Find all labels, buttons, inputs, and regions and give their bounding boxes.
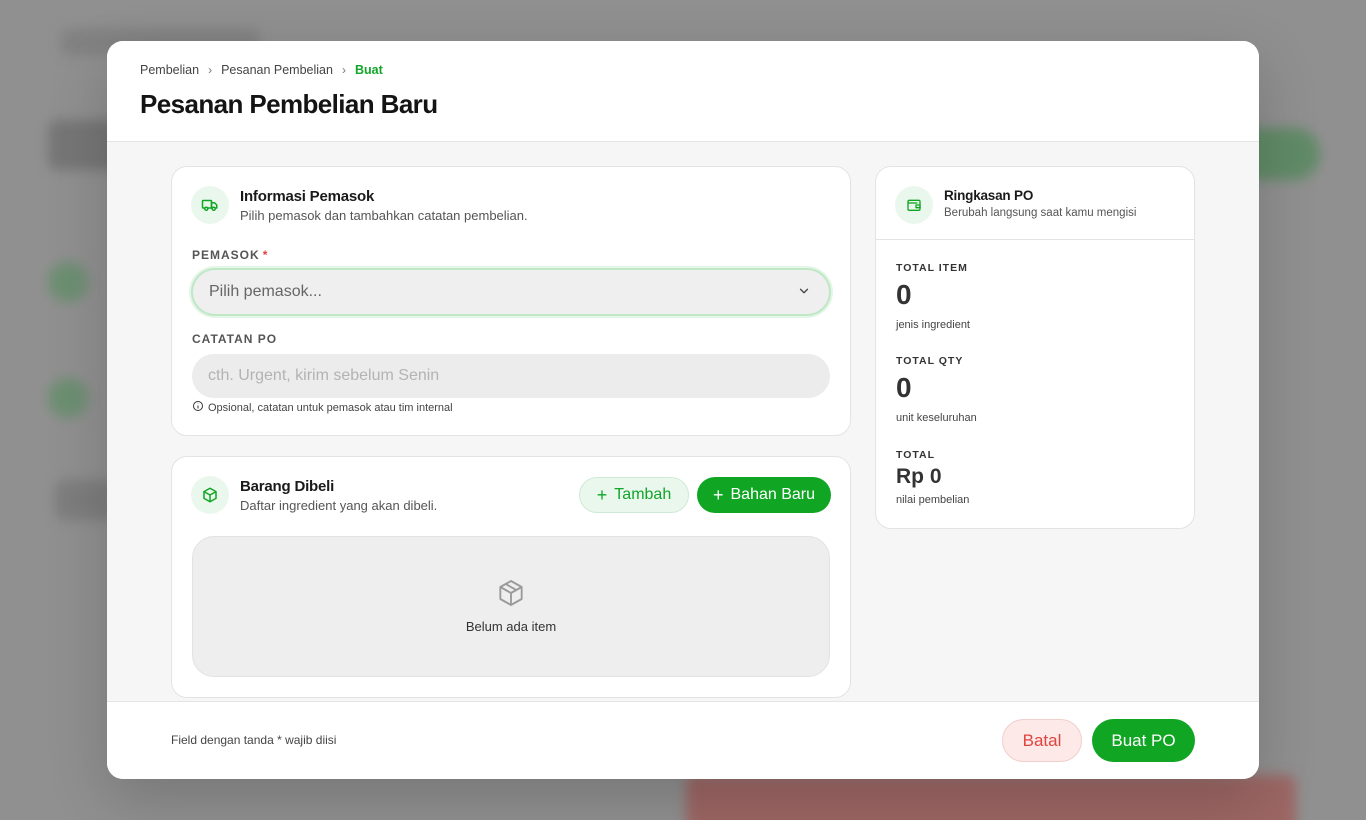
- total-label: TOTAL: [896, 449, 936, 461]
- page-title: Pesanan Pembelian Baru: [140, 89, 438, 119]
- new-ingredient-button[interactable]: + Bahan Baru: [697, 477, 831, 513]
- items-card-subtitle: Daftar ingredient yang akan dibeli.: [240, 498, 438, 513]
- create-po-modal: Pembelian › Pesanan Pembelian › Buat Pes…: [107, 41, 1259, 779]
- supplier-select-placeholder: Pilih pemasok...: [209, 283, 322, 300]
- summary-card-title: Ringkasan PO: [944, 188, 1034, 203]
- supplier-info-card: Informasi Pemasok Pilih pemasok dan tamb…: [171, 166, 851, 436]
- modal-footer: Field dengan tanda * wajib diisi Batal B…: [107, 701, 1259, 779]
- chevron-right-icon: ›: [341, 63, 346, 77]
- total-qty-sub: unit keseluruhan: [896, 412, 977, 424]
- chevron-right-icon: ›: [208, 63, 213, 77]
- supplier-select[interactable]: Pilih pemasok...: [191, 268, 831, 316]
- truck-icon: [191, 186, 229, 224]
- empty-state-text: Belum ada item: [465, 619, 557, 634]
- wallet-icon: [895, 186, 933, 224]
- notes-hint-text: Opsional, catatan untuk pemasok atau tim…: [208, 401, 453, 414]
- po-summary-card: Ringkasan PO Berubah langsung saat kamu …: [875, 166, 1195, 529]
- box-icon: [191, 476, 229, 514]
- notes-input[interactable]: [192, 354, 830, 398]
- summary-divider: [876, 239, 1194, 240]
- empty-box-icon: [495, 577, 527, 614]
- supplier-field-label: PEMASOK *: [192, 248, 268, 262]
- breadcrumb-item-buat: Buat: [354, 63, 383, 77]
- supplier-card-title: Informasi Pemasok: [240, 188, 375, 205]
- modal-header: Pembelian › Pesanan Pembelian › Buat Pes…: [107, 41, 1259, 142]
- items-card: Barang Dibeli Daftar ingredient yang aka…: [171, 456, 851, 698]
- add-item-button[interactable]: + Tambah: [579, 477, 689, 513]
- total-qty-value: 0: [896, 372, 912, 403]
- plus-icon: +: [712, 485, 724, 505]
- supplier-card-subtitle: Pilih pemasok dan tambahkan catatan pemb…: [240, 208, 528, 223]
- total-value: Rp 0: [896, 465, 942, 488]
- total-item-sub: jenis ingredient: [896, 319, 970, 331]
- total-item-value: 0: [896, 279, 912, 310]
- breadcrumb-item-pesanan-pembelian[interactable]: Pesanan Pembelian: [221, 63, 333, 77]
- supplier-label-text: PEMASOK: [192, 248, 260, 262]
- breadcrumb-item-pembelian[interactable]: Pembelian: [140, 63, 199, 77]
- add-item-label: Tambah: [614, 486, 672, 503]
- required-mark: *: [262, 248, 269, 262]
- chevron-down-icon: [797, 284, 811, 303]
- notes-hint: Opsional, catatan untuk pemasok atau tim…: [192, 400, 453, 415]
- notes-field-label: CATATAN PO: [192, 332, 278, 346]
- new-ingredient-label: Bahan Baru: [730, 486, 816, 503]
- cancel-button[interactable]: Batal: [1002, 719, 1082, 762]
- items-card-title: Barang Dibeli: [240, 478, 335, 495]
- create-po-button[interactable]: Buat PO: [1092, 719, 1195, 762]
- plus-icon: +: [596, 485, 608, 505]
- required-fields-note: Field dengan tanda * wajib diisi: [171, 733, 337, 747]
- total-item-label: TOTAL ITEM: [896, 262, 968, 274]
- info-icon: [192, 400, 204, 415]
- total-qty-label: TOTAL QTY: [896, 355, 964, 367]
- total-sub: nilai pembelian: [896, 494, 970, 506]
- breadcrumb: Pembelian › Pesanan Pembelian › Buat: [140, 63, 383, 77]
- items-empty-state: Belum ada item: [192, 536, 830, 677]
- summary-card-subtitle: Berubah langsung saat kamu mengisi: [944, 207, 1137, 219]
